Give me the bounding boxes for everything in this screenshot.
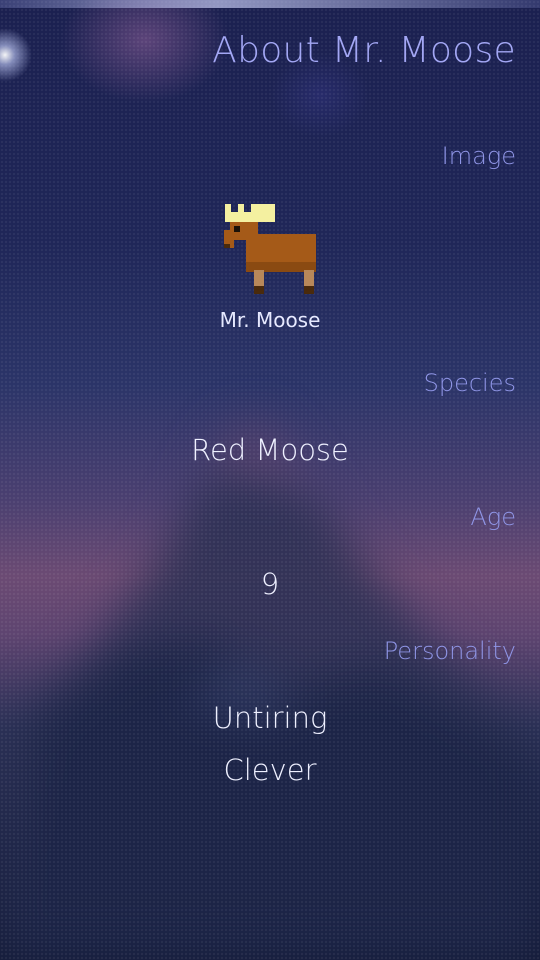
section-label-image: Image [441, 142, 516, 170]
section-label-age: Age [470, 503, 516, 531]
age-value: 9 [260, 567, 280, 601]
personality-trait: Clever [223, 753, 317, 787]
page-title: About Mr. Moose [212, 30, 516, 71]
image-caption: Mr. Moose [219, 308, 321, 332]
section-label-personality: Personality [383, 637, 516, 665]
moose-icon[interactable] [220, 200, 320, 300]
personality-trait: Untiring [212, 701, 328, 735]
species-value: Red Moose [191, 433, 349, 467]
about-page: About Mr. Moose Image Mr. Moose Species [0, 0, 540, 960]
section-label-species: Species [423, 369, 516, 397]
